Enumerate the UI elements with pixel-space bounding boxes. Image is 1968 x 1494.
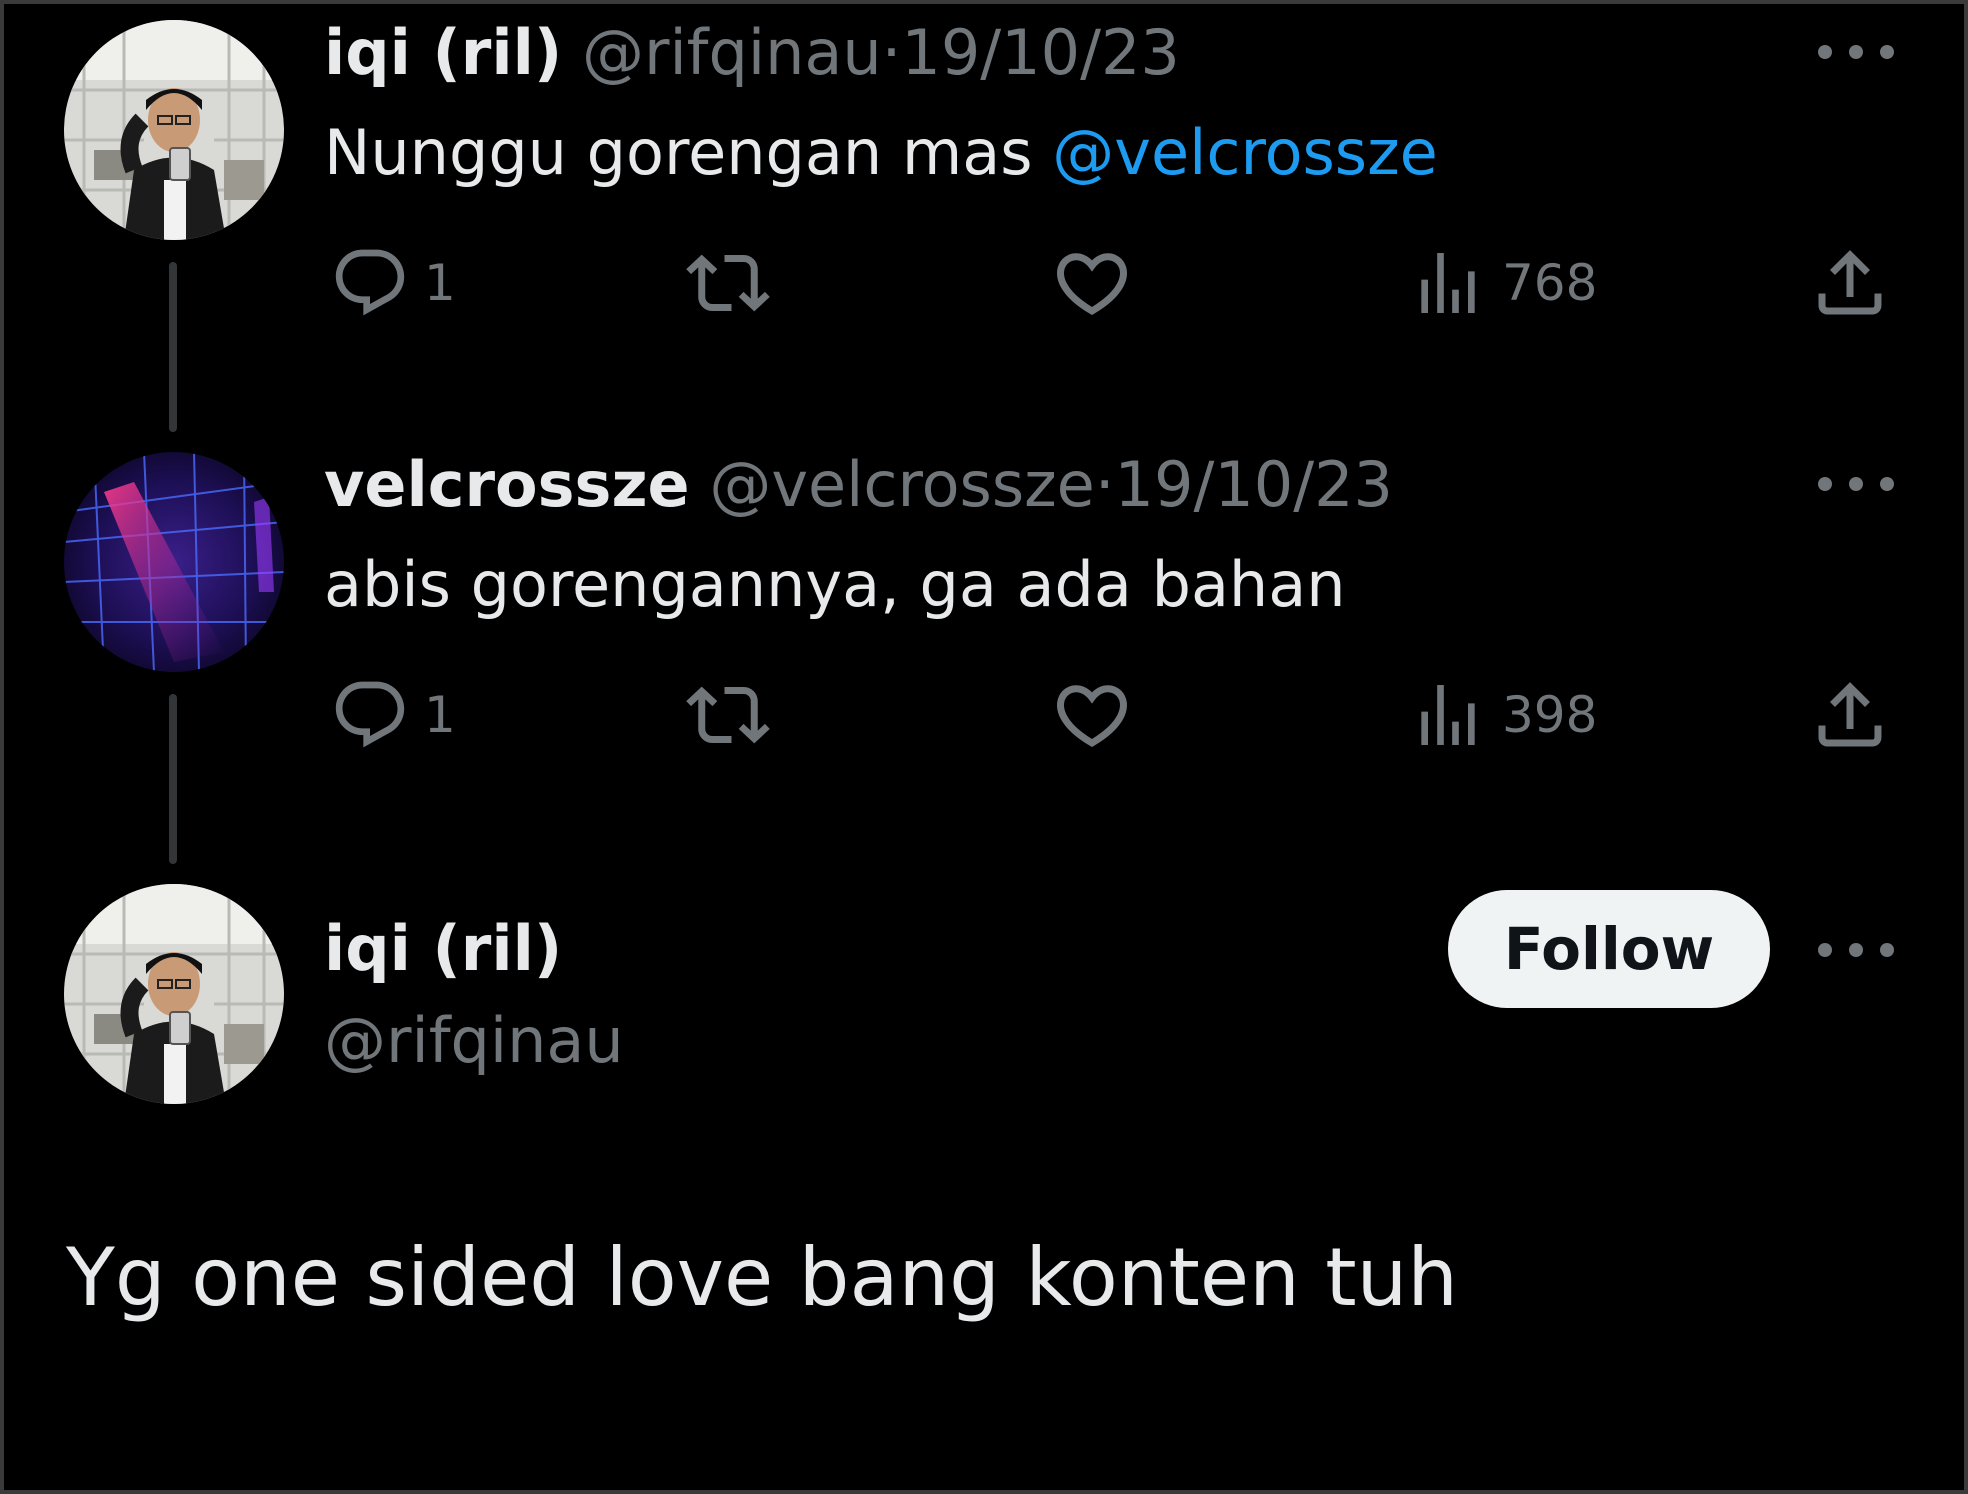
follow-button[interactable]: Follow — [1448, 890, 1770, 1008]
tweet-header: iqi (ril) @rifqinau·19/10/23 — [324, 22, 1180, 84]
like-icon — [1056, 253, 1128, 316]
views-icon — [1421, 253, 1475, 313]
share-button[interactable] — [1808, 238, 1892, 328]
tweet-actions: 1 768 — [324, 238, 1894, 328]
display-name[interactable]: iqi (ril) — [324, 912, 562, 985]
avatar[interactable] — [64, 20, 284, 240]
like-button[interactable] — [1050, 238, 1134, 328]
reply-icon — [335, 681, 405, 748]
mention-link[interactable]: @velcrossze — [1052, 116, 1438, 189]
thread-line — [169, 694, 177, 864]
tweet-body: Nunggu gorengan mas — [324, 116, 1053, 189]
display-name[interactable]: velcrossze — [324, 448, 690, 521]
retweet-icon — [686, 686, 770, 744]
handle[interactable]: @rifqinau — [582, 16, 882, 89]
reply-icon — [335, 249, 405, 316]
reply-count: 1 — [424, 686, 456, 744]
retweet-icon — [686, 254, 770, 312]
thread-line — [169, 262, 177, 432]
share-button[interactable] — [1808, 670, 1892, 760]
tweet-header: velcrossze @velcrossze·19/10/23 — [324, 454, 1393, 516]
more-icon[interactable] — [1818, 474, 1894, 494]
avatar[interactable] — [64, 452, 284, 672]
tweet-date[interactable]: 19/10/23 — [901, 16, 1179, 89]
reply-count: 1 — [424, 254, 456, 312]
tweet-actions: 1 398 — [324, 670, 1894, 760]
neon-lights-avatar-icon — [64, 452, 284, 672]
tweet-date[interactable]: 19/10/23 — [1115, 448, 1393, 521]
separator: · — [1094, 448, 1115, 521]
focused-handle-row: @rifqinau — [324, 1010, 624, 1072]
display-name[interactable]: iqi (ril) — [324, 16, 562, 89]
focused-tweet-text: Yg one sided love bang konten tuh — [66, 1231, 1458, 1324]
separator: · — [881, 16, 902, 89]
user-photo-avatar-icon — [64, 884, 284, 1104]
view-count: 768 — [1502, 254, 1598, 312]
share-icon — [1818, 682, 1882, 747]
tweet-text: Nunggu gorengan mas @velcrossze — [324, 122, 1438, 184]
retweet-button[interactable] — [686, 670, 770, 760]
like-button[interactable] — [1050, 670, 1134, 760]
user-photo-avatar-icon — [64, 20, 284, 240]
handle[interactable]: @velcrossze — [709, 448, 1095, 521]
view-count: 398 — [1502, 686, 1598, 744]
reply-button[interactable]: 1 — [330, 670, 456, 760]
reply-button[interactable]: 1 — [330, 238, 456, 328]
retweet-button[interactable] — [686, 238, 770, 328]
views-button[interactable]: 768 — [1408, 238, 1597, 328]
share-icon — [1818, 250, 1882, 315]
views-button[interactable]: 398 — [1408, 670, 1597, 760]
like-icon — [1056, 685, 1128, 748]
more-icon[interactable] — [1818, 42, 1894, 62]
focused-author: iqi (ril) — [324, 918, 562, 980]
more-icon[interactable] — [1818, 940, 1894, 960]
tweet-text: abis gorengannya, ga ada bahan — [324, 548, 1346, 621]
handle[interactable]: @rifqinau — [324, 1004, 624, 1077]
views-icon — [1421, 685, 1475, 745]
avatar[interactable] — [64, 884, 284, 1104]
